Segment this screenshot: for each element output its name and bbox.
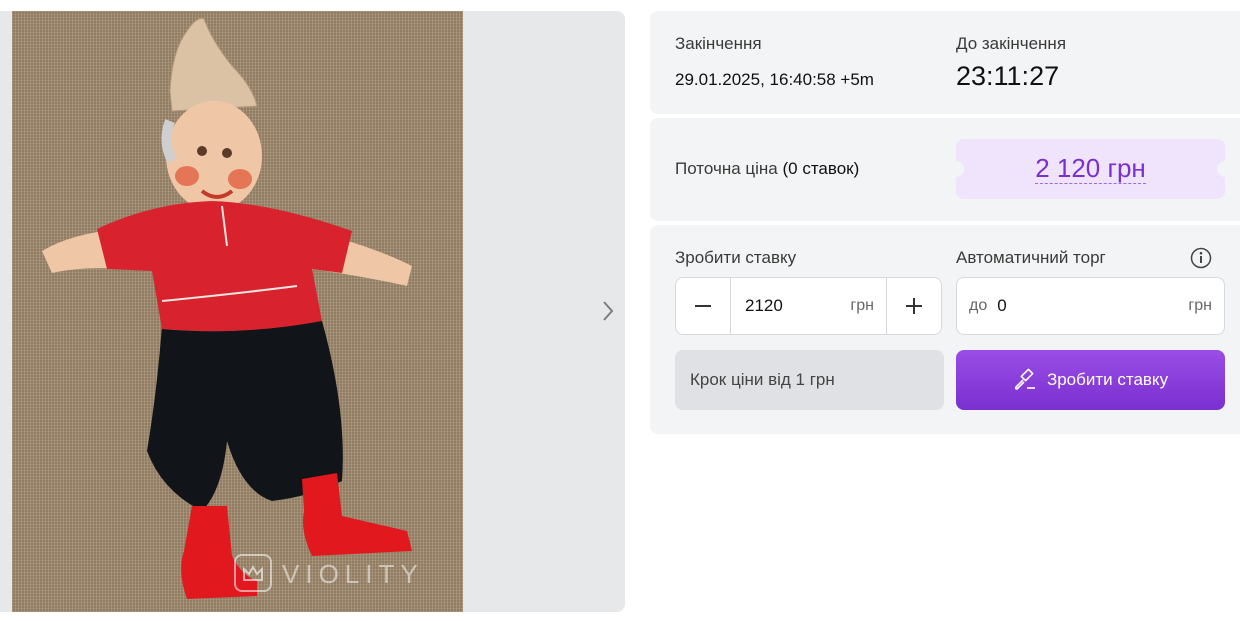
minus-icon bbox=[695, 305, 711, 307]
bid-amount-field: грн bbox=[731, 278, 886, 334]
current-price-value[interactable]: 2 120 грн bbox=[1035, 154, 1146, 184]
bid-card: Зробити ставку Автоматичний торг грн до bbox=[650, 225, 1240, 434]
next-image-button[interactable] bbox=[596, 299, 620, 323]
bid-amount-unit: грн bbox=[850, 297, 874, 314]
plus-icon bbox=[906, 298, 922, 314]
time-left-label: До закінчення bbox=[956, 34, 1067, 53]
auction-time-card: Закінчення 29.01.2025, 16:40:58 +5m До з… bbox=[650, 11, 1240, 114]
violity-watermark: VIOLITY bbox=[282, 559, 424, 589]
doll-illustration bbox=[42, 18, 412, 599]
current-price-label: Поточна ціна (0 ставок) bbox=[675, 159, 859, 179]
auto-bid-unit: грн bbox=[1188, 297, 1212, 314]
decrease-bid-button[interactable] bbox=[676, 278, 731, 334]
auto-bid-prefix: до bbox=[969, 297, 988, 314]
crown-icon bbox=[243, 564, 263, 581]
increase-bid-button[interactable] bbox=[886, 278, 941, 334]
product-gallery: VIOLITY bbox=[0, 11, 625, 612]
bids-count: (0 ставок) bbox=[782, 159, 860, 178]
chevron-right-icon bbox=[603, 301, 614, 321]
place-bid-label: Зробити ставку bbox=[1046, 370, 1169, 389]
auto-bid-input[interactable] bbox=[995, 295, 1150, 317]
current-price-card: Поточна ціна (0 ставок) 2 120 грн bbox=[650, 118, 1240, 221]
price-step-info: Крок ціни від 1 грн bbox=[675, 350, 944, 410]
end-label: Закінчення bbox=[675, 34, 762, 53]
auto-bid-field: до грн bbox=[956, 277, 1225, 335]
bid-amount-input[interactable] bbox=[743, 295, 847, 317]
time-left-countdown: 23:11:27 bbox=[956, 61, 1060, 91]
bid-amount-stepper: грн bbox=[675, 277, 942, 335]
product-photo[interactable]: VIOLITY bbox=[12, 11, 463, 612]
violity-watermark-logo bbox=[234, 554, 272, 592]
info-icon[interactable] bbox=[1190, 247, 1212, 269]
end-datetime: 29.01.2025, 16:40:58 +5m bbox=[675, 70, 874, 89]
info-circle-icon bbox=[1190, 247, 1212, 269]
bid-label: Зробити ставку bbox=[675, 248, 797, 267]
auto-bid-label: Автоматичний торг bbox=[956, 248, 1106, 267]
gavel-icon bbox=[1014, 368, 1035, 390]
place-bid-button[interactable]: Зробити ставку bbox=[956, 350, 1225, 410]
price-ticket: 2 120 грн bbox=[948, 139, 1233, 199]
current-price-label-text: Поточна ціна bbox=[675, 159, 778, 178]
